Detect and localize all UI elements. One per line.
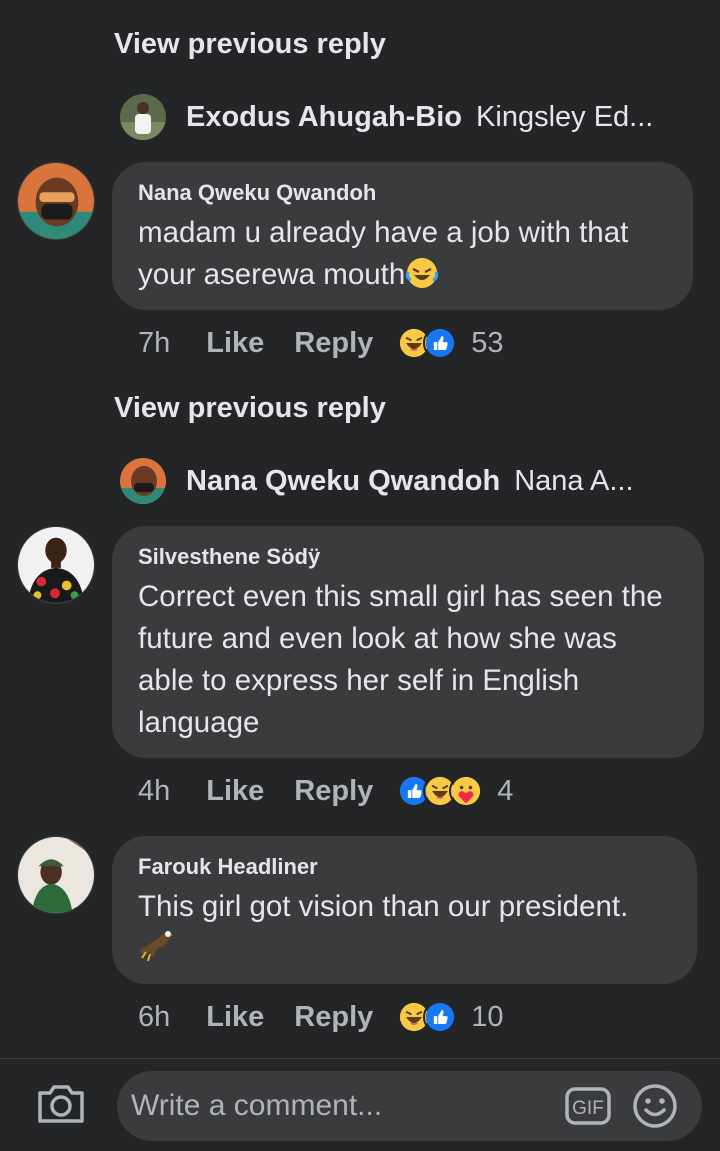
avatar[interactable] xyxy=(120,94,166,140)
comment-author[interactable]: Nana Qweku Qwandoh xyxy=(138,180,669,206)
like-button[interactable]: Like xyxy=(206,775,264,808)
reactions-summary[interactable] xyxy=(397,774,484,808)
comment-text: Correct even this small girl has seen th… xyxy=(138,580,663,739)
comment-bubble: Nana Qweku Qwandoh madam u already have … xyxy=(112,162,693,310)
comment-meta: 4h Like Reply 4 xyxy=(138,771,513,811)
reaction-count[interactable]: 10 xyxy=(471,1001,503,1034)
like-button[interactable]: Like xyxy=(206,327,264,360)
avatar[interactable] xyxy=(17,836,95,914)
avatar[interactable] xyxy=(120,458,166,504)
avatar[interactable] xyxy=(17,162,95,240)
view-previous-reply-link[interactable]: View previous reply xyxy=(114,28,386,61)
comment-time[interactable]: 7h xyxy=(138,327,170,360)
camera-icon[interactable] xyxy=(36,1081,86,1127)
comment-composer: GIF xyxy=(0,1058,720,1151)
comment-input[interactable] xyxy=(117,1071,702,1141)
like-reaction-icon xyxy=(423,1000,458,1034)
rolling-laughing-emoji-icon xyxy=(405,256,439,302)
reply-button[interactable]: Reply xyxy=(294,775,373,808)
comment-time[interactable]: 6h xyxy=(138,1001,170,1034)
comment-text: madam u already have a job with that you… xyxy=(138,212,669,302)
emoji-icon[interactable] xyxy=(632,1083,678,1129)
comment-author[interactable]: Silvesthene Södÿ xyxy=(138,544,680,570)
comment-author[interactable]: Farouk Headliner xyxy=(138,854,673,880)
collapsed-reply-preview: Kingsley Ed... xyxy=(476,100,654,133)
collapsed-reply-nana[interactable]: Nana Qweku Qwandoh Nana A... xyxy=(120,457,634,505)
reply-button[interactable]: Reply xyxy=(294,1001,373,1034)
comment-meta: 7h Like Reply 53 xyxy=(138,323,504,363)
view-previous-reply-link[interactable]: View previous reply xyxy=(114,392,386,425)
reactions-summary[interactable] xyxy=(397,1000,458,1034)
comment-meta: 6h Like Reply 10 xyxy=(138,997,504,1037)
comment-time[interactable]: 4h xyxy=(138,775,170,808)
eagle-emoji-icon xyxy=(138,928,174,976)
care-reaction-icon xyxy=(449,774,484,808)
reply-button[interactable]: Reply xyxy=(294,327,373,360)
collapsed-reply-exodus[interactable]: Exodus Ahugah-Bio Kingsley Ed... xyxy=(120,93,653,141)
reactions-summary[interactable] xyxy=(397,326,458,360)
reaction-count[interactable]: 4 xyxy=(497,775,513,808)
collapsed-reply-preview: Nana A... xyxy=(514,464,634,497)
avatar[interactable] xyxy=(17,526,95,604)
reaction-count[interactable]: 53 xyxy=(471,327,503,360)
gif-button[interactable]: GIF xyxy=(564,1083,612,1129)
comment-bubble: Silvesthene Södÿ Correct even this small… xyxy=(112,526,704,758)
gif-label: GIF xyxy=(572,1098,604,1119)
like-button[interactable]: Like xyxy=(206,1001,264,1034)
collapsed-reply-author[interactable]: Nana Qweku Qwandoh xyxy=(186,465,500,498)
comment-text: This girl got vision than our president. xyxy=(138,886,673,976)
comment-bubble: Farouk Headliner This girl got vision th… xyxy=(112,836,697,984)
like-reaction-icon xyxy=(423,326,458,360)
collapsed-reply-author[interactable]: Exodus Ahugah-Bio xyxy=(186,101,462,134)
